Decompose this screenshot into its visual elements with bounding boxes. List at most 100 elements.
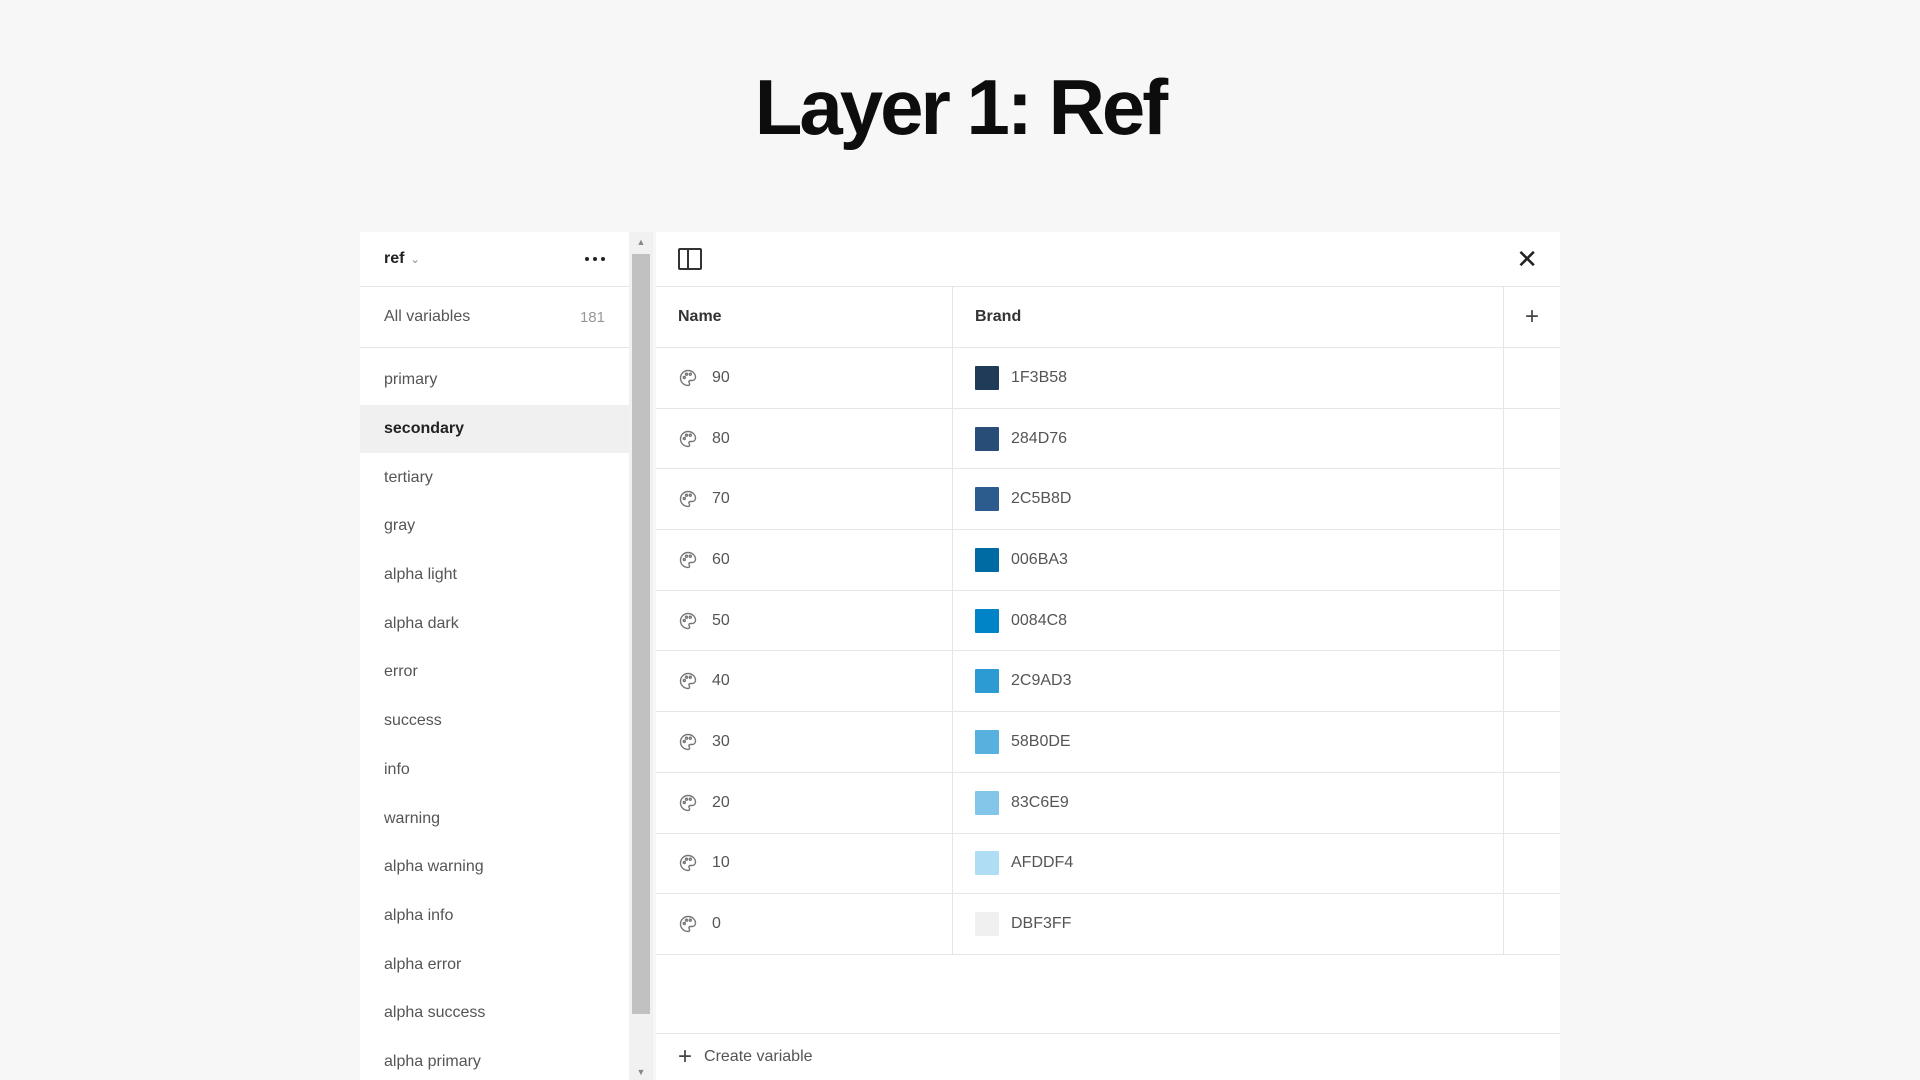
- chevron-down-icon: ⌄: [410, 253, 420, 266]
- collection-name: ref: [384, 250, 405, 267]
- scroll-thumb[interactable]: [632, 254, 650, 1014]
- empty-cell: [1504, 834, 1560, 894]
- variable-hex-value: AFDDF4: [1011, 854, 1074, 872]
- color-variable-icon: [678, 793, 698, 813]
- color-swatch[interactable]: [975, 912, 999, 937]
- variable-name-cell[interactable]: 30: [656, 712, 953, 772]
- variable-value-cell[interactable]: 1F3B58: [953, 348, 1504, 408]
- variable-value-cell[interactable]: 0084C8: [953, 590, 1504, 651]
- variable-value-cell[interactable]: 284D76: [953, 408, 1504, 469]
- variable-name-cell[interactable]: 50: [656, 590, 953, 651]
- variables-table-panel: ✕ Name Brand + 90 1F3B58 80 284D76 70 2C5B8D 6…: [656, 232, 1560, 1080]
- empty-cell: [1504, 530, 1560, 590]
- variable-value-cell[interactable]: 2C5B8D: [953, 469, 1504, 530]
- sidebar-group-item[interactable]: alpha success: [360, 989, 629, 1038]
- empty-cell: [1504, 894, 1560, 954]
- color-swatch[interactable]: [975, 729, 999, 754]
- variable-value-cell[interactable]: 2C9AD3: [953, 651, 1504, 712]
- variable-name-cell[interactable]: 0: [656, 894, 953, 954]
- sidebar: ref ⌄ All variables 181 primary secondary…: [360, 232, 629, 1080]
- variable-name-cell[interactable]: 10: [656, 833, 953, 894]
- create-variable-label: Create variable: [704, 1048, 813, 1065]
- sidebar-group-item[interactable]: alpha warning: [360, 843, 629, 892]
- sidebar-group-item[interactable]: alpha error: [360, 940, 629, 989]
- sidebar-group-item[interactable]: primary: [360, 356, 629, 405]
- table-row[interactable]: 50 0084C8: [656, 590, 1560, 652]
- color-variable-icon: [678, 914, 698, 934]
- sidebar-group-item[interactable]: tertiary: [360, 453, 629, 502]
- create-variable-button[interactable]: + Create variable: [656, 1033, 1560, 1080]
- sidebar-group-item[interactable]: alpha dark: [360, 599, 629, 648]
- variable-name-cell[interactable]: 60: [656, 530, 953, 590]
- variable-name-cell[interactable]: 70: [656, 469, 953, 530]
- variable-name-cell[interactable]: 90: [656, 348, 953, 408]
- table-row[interactable]: 80 284D76: [656, 408, 1560, 470]
- collection-dropdown[interactable]: ref ⌄: [384, 250, 420, 268]
- scroll-down-arrow-icon[interactable]: ▼: [629, 1064, 653, 1080]
- variable-name: 30: [712, 732, 730, 750]
- color-swatch[interactable]: [975, 487, 999, 512]
- color-variable-icon: [678, 429, 698, 449]
- table-row[interactable]: 40 2C9AD3: [656, 651, 1560, 713]
- color-swatch[interactable]: [975, 426, 999, 451]
- table-row[interactable]: 60 006BA3: [656, 530, 1560, 591]
- all-variables-item[interactable]: All variables 181: [360, 287, 629, 348]
- sidebar-group-item[interactable]: alpha light: [360, 551, 629, 600]
- table-row[interactable]: 20 83C6E9: [656, 772, 1560, 834]
- sidebar-group-item[interactable]: alpha info: [360, 892, 629, 941]
- empty-cell: [1504, 651, 1560, 711]
- column-header-mode[interactable]: Brand: [953, 287, 1504, 347]
- empty-cell: [1504, 591, 1560, 651]
- sidebar-group-item[interactable]: error: [360, 648, 629, 697]
- variable-value-cell[interactable]: AFDDF4: [953, 833, 1504, 894]
- table-row[interactable]: 10 AFDDF4: [656, 833, 1560, 895]
- variable-name: 80: [712, 429, 730, 447]
- variables-panel: ref ⌄ All variables 181 primary secondary…: [360, 232, 1560, 1080]
- color-variable-icon: [678, 671, 698, 691]
- all-variables-count: 181: [579, 308, 605, 326]
- table-row[interactable]: 90 1F3B58: [656, 348, 1560, 409]
- variable-name-cell[interactable]: 20: [656, 772, 953, 833]
- variables-table: Name Brand + 90 1F3B58 80 284D76 70 2C5B8D 60 0…: [656, 287, 1560, 955]
- close-icon[interactable]: ✕: [1516, 246, 1538, 272]
- empty-cell: [1504, 409, 1560, 469]
- variable-value-cell[interactable]: 58B0DE: [953, 712, 1504, 772]
- color-variable-icon: [678, 489, 698, 509]
- sidebar-toggle-icon[interactable]: [678, 248, 702, 270]
- color-swatch[interactable]: [975, 608, 999, 633]
- variable-hex-value: 2C5B8D: [1011, 490, 1072, 508]
- more-options-icon[interactable]: [585, 257, 605, 261]
- color-swatch[interactable]: [975, 365, 999, 390]
- variable-hex-value: 0084C8: [1011, 611, 1068, 629]
- variable-name-cell[interactable]: 40: [656, 651, 953, 712]
- plus-icon: +: [678, 1043, 693, 1070]
- empty-cell: [1504, 712, 1560, 772]
- sidebar-group-item[interactable]: gray: [360, 502, 629, 551]
- sidebar-group-item[interactable]: secondary: [360, 404, 629, 454]
- color-variable-icon: [678, 853, 698, 873]
- table-row[interactable]: 70 2C5B8D: [656, 469, 1560, 531]
- sidebar-group-item[interactable]: alpha primary: [360, 1038, 629, 1080]
- variable-value-cell[interactable]: 83C6E9: [953, 772, 1504, 833]
- table-row[interactable]: 30 58B0DE: [656, 712, 1560, 773]
- variable-value-cell[interactable]: 006BA3: [953, 530, 1504, 590]
- sidebar-group-item[interactable]: success: [360, 697, 629, 746]
- variable-hex-value: DBF3FF: [1011, 915, 1072, 933]
- color-swatch[interactable]: [975, 790, 999, 815]
- variable-value-cell[interactable]: DBF3FF: [953, 894, 1504, 954]
- column-header-name[interactable]: Name: [656, 287, 953, 347]
- color-variable-icon: [678, 550, 698, 570]
- add-mode-icon[interactable]: +: [1504, 287, 1560, 347]
- color-swatch[interactable]: [975, 547, 999, 572]
- variable-hex-value: 284D76: [1011, 429, 1068, 447]
- scroll-up-arrow-icon[interactable]: ▲: [629, 234, 653, 250]
- sidebar-group-item[interactable]: info: [360, 746, 629, 795]
- variable-name-cell[interactable]: 80: [656, 408, 953, 469]
- sidebar-scrollbar[interactable]: ▲ ▼: [629, 232, 653, 1080]
- color-swatch[interactable]: [975, 851, 999, 876]
- variable-name: 0: [712, 915, 721, 933]
- sidebar-group-item[interactable]: warning: [360, 794, 629, 843]
- sidebar-header: ref ⌄: [360, 232, 629, 287]
- table-row[interactable]: 0 DBF3FF: [656, 894, 1560, 955]
- color-swatch[interactable]: [975, 669, 999, 694]
